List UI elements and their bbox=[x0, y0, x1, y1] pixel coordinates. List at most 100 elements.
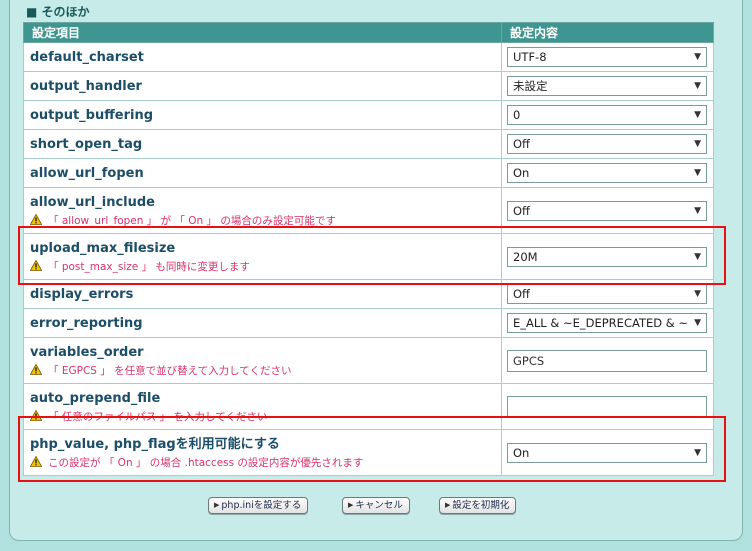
setting-name-cell: output_buffering bbox=[23, 100, 502, 130]
column-header-value: 設定内容 bbox=[501, 22, 714, 43]
save-php-ini-button[interactable]: ▶ php.iniを設定する bbox=[208, 497, 309, 514]
section-title: ■ そのほか bbox=[26, 5, 90, 19]
warning-icon bbox=[30, 259, 42, 271]
table-row: short_open_tag Off ▼ bbox=[23, 129, 714, 159]
setting-note: 「 allow_url_fopen 」 が 「 On 」 の場合のみ設定可能です bbox=[30, 213, 495, 228]
setting-name-cell: variables_order 「 EGPCS 」 を任意で並び替えて入力してくだ… bbox=[23, 337, 502, 384]
setting-value-cell: Off ▼ bbox=[501, 129, 714, 159]
setting-note: 「 post_max_size 」 も同時に変更します bbox=[30, 259, 495, 274]
setting-note: 「 任意のファイルパス 」 を入力してください bbox=[30, 409, 495, 424]
setting-label: allow_url_fopen bbox=[30, 165, 144, 181]
table-row: allow_url_fopen On ▼ bbox=[23, 158, 714, 188]
setting-text-input[interactable]: GPCS bbox=[507, 349, 707, 372]
setting-value-cell: Off ▼ bbox=[501, 187, 714, 234]
setting-value-cell bbox=[501, 383, 714, 430]
setting-value-cell: UTF-8 ▼ bbox=[501, 42, 714, 72]
setting-label: allow_url_include bbox=[30, 194, 155, 210]
setting-select-value: Off bbox=[513, 137, 530, 151]
setting-label: error_reporting bbox=[30, 315, 143, 331]
setting-name-cell: upload_max_filesize 「 post_max_size 」 も同時… bbox=[23, 233, 502, 280]
setting-select-value: 未設定 bbox=[513, 79, 548, 93]
setting-label: upload_max_filesize bbox=[30, 240, 176, 256]
table-row: error_reporting E_ALL & ~E_DEPRECATED & ~… bbox=[23, 308, 714, 338]
setting-name-cell: php_value, php_flagを利用可能にするこの設定が 「 On 」 … bbox=[23, 429, 502, 476]
setting-value-cell: Off ▼ bbox=[501, 279, 714, 309]
setting-select[interactable]: UTF-8 ▼ bbox=[507, 47, 707, 67]
setting-select[interactable]: E_ALL & ~E_DEPRECATED & ~ ▼ bbox=[507, 313, 707, 333]
chevron-down-icon: ▼ bbox=[694, 447, 701, 458]
save-php-ini-label: php.iniを設定する bbox=[221, 500, 302, 511]
table-row: display_errors Off ▼ bbox=[23, 279, 714, 309]
setting-select[interactable]: Off ▼ bbox=[507, 134, 707, 154]
setting-label: variables_order bbox=[30, 344, 144, 360]
reset-settings-button[interactable]: ▶ 設定を初期化 bbox=[439, 497, 517, 514]
setting-value-cell: 0 ▼ bbox=[501, 100, 714, 130]
warning-icon bbox=[30, 409, 42, 421]
chevron-down-icon: ▼ bbox=[694, 52, 701, 62]
column-header-item: 設定項目 bbox=[23, 22, 502, 43]
setting-select-value: UTF-8 bbox=[513, 50, 547, 64]
table-row: output_buffering 0 ▼ bbox=[23, 100, 714, 130]
setting-name-cell: error_reporting bbox=[23, 308, 502, 338]
setting-label: output_handler bbox=[30, 78, 142, 94]
setting-select[interactable]: Off ▼ bbox=[507, 200, 707, 221]
chevron-down-icon: ▼ bbox=[694, 139, 701, 149]
setting-note: この設定が 「 On 」 の場合 .htaccess の設定内容が優先されます bbox=[30, 455, 495, 470]
chevron-down-icon: ▼ bbox=[694, 168, 701, 178]
table-row: default_charset UTF-8 ▼ bbox=[23, 42, 714, 72]
setting-value-cell: On ▼ bbox=[501, 158, 714, 188]
setting-name-cell: allow_url_fopen bbox=[23, 158, 502, 188]
setting-note: 「 EGPCS 」 を任意で並び替えて入力してください bbox=[30, 363, 495, 378]
setting-select-value: On bbox=[513, 445, 530, 460]
setting-select[interactable]: 未設定 ▼ bbox=[507, 76, 707, 96]
setting-select-value: E_ALL & ~E_DEPRECATED & ~ bbox=[513, 316, 689, 330]
setting-note-text: 「 allow_url_fopen 」 が 「 On 」 の場合のみ設定可能です bbox=[48, 214, 336, 227]
setting-select[interactable]: On ▼ bbox=[507, 442, 707, 463]
setting-name-cell: output_handler bbox=[23, 71, 502, 101]
chevron-down-icon: ▼ bbox=[694, 289, 701, 299]
setting-name-cell: display_errors bbox=[23, 279, 502, 309]
setting-select[interactable]: 0 ▼ bbox=[507, 105, 707, 125]
chevron-down-icon: ▼ bbox=[694, 251, 701, 262]
triangle-right-icon: ▶ bbox=[214, 501, 220, 509]
setting-note-text: 「 EGPCS 」 を任意で並び替えて入力してください bbox=[48, 364, 292, 377]
table-row: allow_url_include 「 allow_url_fopen 」 が 「… bbox=[23, 187, 714, 234]
setting-value-cell: GPCS bbox=[501, 337, 714, 384]
setting-name-cell: auto_prepend_file 「 任意のファイルパス 」 を入力してください bbox=[23, 383, 502, 430]
reset-settings-label: 設定を初期化 bbox=[452, 500, 510, 511]
table-row: variables_order 「 EGPCS 」 を任意で並び替えて入力してくだ… bbox=[23, 337, 714, 384]
setting-note-text: 「 post_max_size 」 も同時に変更します bbox=[48, 260, 250, 273]
chevron-down-icon: ▼ bbox=[694, 81, 701, 91]
table-row: auto_prepend_file 「 任意のファイルパス 」 を入力してください bbox=[23, 383, 714, 430]
setting-label: default_charset bbox=[30, 49, 144, 65]
setting-select-value: 0 bbox=[513, 108, 521, 122]
setting-label: auto_prepend_file bbox=[30, 390, 161, 406]
setting-select-value: On bbox=[513, 166, 530, 180]
chevron-down-icon: ▼ bbox=[694, 318, 701, 328]
setting-name-cell: allow_url_include 「 allow_url_fopen 」 が 「… bbox=[23, 187, 502, 234]
warning-icon bbox=[30, 213, 42, 225]
chevron-down-icon: ▼ bbox=[694, 110, 701, 120]
setting-select[interactable]: On ▼ bbox=[507, 163, 707, 183]
setting-note-text: この設定が 「 On 」 の場合 .htaccess の設定内容が優先されます bbox=[48, 456, 364, 469]
settings-table: 設定項目 設定内容 default_charset UTF-8 ▼ output_ha… bbox=[23, 22, 714, 476]
setting-value-cell: E_ALL & ~E_DEPRECATED & ~ ▼ bbox=[501, 308, 714, 338]
setting-text-input[interactable] bbox=[507, 395, 707, 418]
cancel-button[interactable]: ▶ キャンセル bbox=[342, 497, 410, 514]
setting-name-cell: default_charset bbox=[23, 42, 502, 72]
setting-select[interactable]: Off ▼ bbox=[507, 284, 707, 304]
chevron-down-icon: ▼ bbox=[694, 205, 701, 216]
setting-select-value: Off bbox=[513, 287, 530, 301]
table-header-row: 設定項目 設定内容 bbox=[23, 22, 714, 43]
cancel-label: キャンセル bbox=[355, 500, 403, 511]
setting-select[interactable]: 20M ▼ bbox=[507, 246, 707, 267]
triangle-right-icon: ▶ bbox=[445, 501, 451, 509]
setting-label: output_buffering bbox=[30, 107, 154, 123]
setting-label: display_errors bbox=[30, 286, 134, 302]
setting-label: php_value, php_flagを利用可能にする bbox=[30, 436, 280, 452]
setting-name-cell: short_open_tag bbox=[23, 129, 502, 159]
setting-value-cell: 20M ▼ bbox=[501, 233, 714, 280]
table-row: output_handler 未設定 ▼ bbox=[23, 71, 714, 101]
warning-icon bbox=[30, 363, 42, 375]
setting-value-cell: On ▼ bbox=[501, 429, 714, 476]
